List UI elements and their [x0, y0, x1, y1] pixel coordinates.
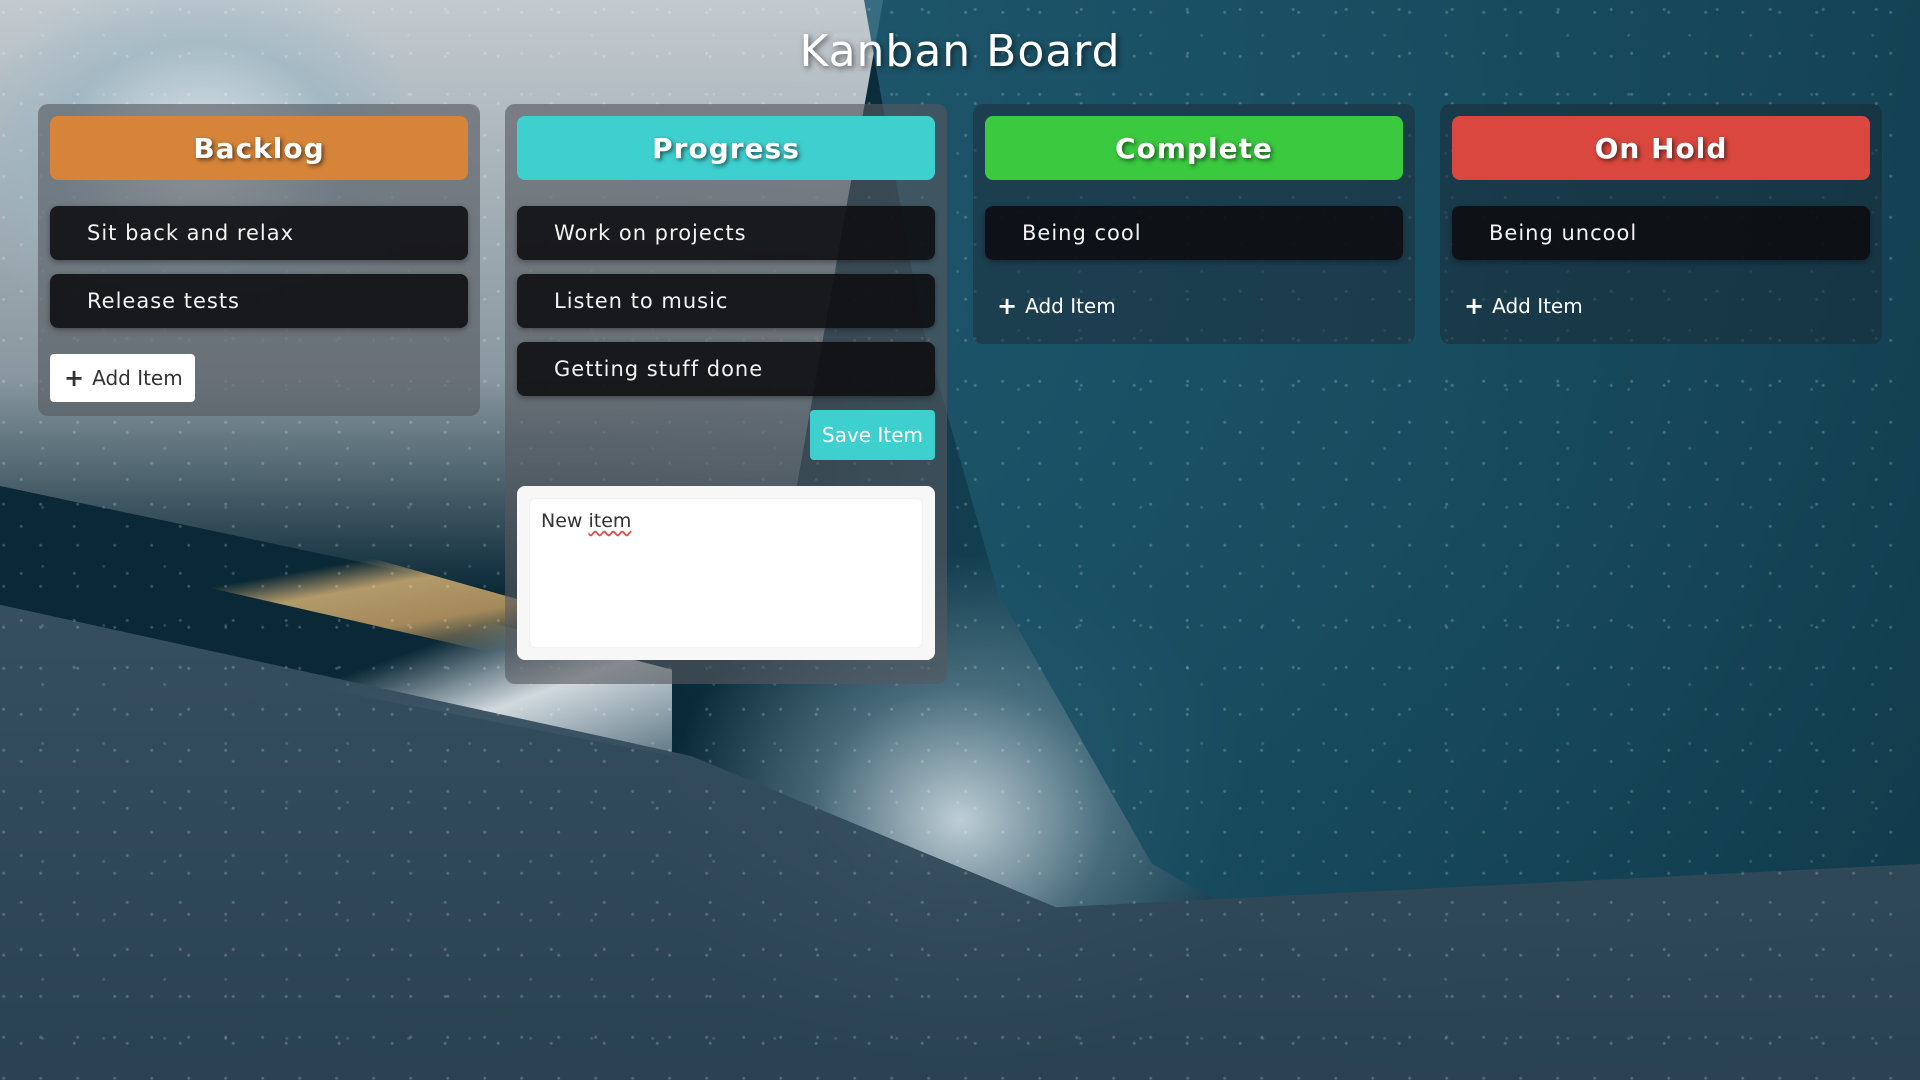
column-items-on-hold: Being uncool: [1452, 206, 1870, 260]
add-item-button-on-hold[interactable]: + Add Item: [1452, 282, 1595, 330]
task-card[interactable]: Release tests: [50, 274, 468, 328]
page-title: Kanban Board: [799, 26, 1121, 77]
column-header-on-hold: On Hold: [1452, 116, 1870, 180]
new-item-container: New item: [517, 486, 935, 660]
new-item-text-misspelled: item: [588, 510, 632, 532]
column-complete: Complete Being cool + Add Item: [973, 104, 1415, 344]
add-item-label: Add Item: [1025, 294, 1116, 318]
task-card[interactable]: Being cool: [985, 206, 1403, 260]
new-item-textarea[interactable]: New item: [529, 498, 923, 648]
task-card[interactable]: Listen to music: [517, 274, 935, 328]
plus-icon: +: [1464, 292, 1485, 320]
save-row: Save Item: [517, 410, 935, 460]
column-items-backlog: Sit back and relax Release tests: [50, 206, 468, 328]
task-card[interactable]: Work on projects: [517, 206, 935, 260]
add-item-button-backlog[interactable]: + Add Item: [50, 354, 195, 402]
column-header-backlog: Backlog: [50, 116, 468, 180]
column-backlog: Backlog Sit back and relax Release tests…: [38, 104, 480, 416]
plus-icon: +: [997, 292, 1018, 320]
column-progress: Progress Work on projects Listen to musi…: [505, 104, 947, 684]
new-item-text: New: [541, 510, 589, 532]
column-header-progress: Progress: [517, 116, 935, 180]
column-on-hold: On Hold Being uncool + Add Item: [1440, 104, 1882, 344]
kanban-board: Backlog Sit back and relax Release tests…: [38, 104, 1882, 704]
task-card[interactable]: Sit back and relax: [50, 206, 468, 260]
column-items-complete: Being cool: [985, 206, 1403, 260]
task-card[interactable]: Being uncool: [1452, 206, 1870, 260]
column-header-complete: Complete: [985, 116, 1403, 180]
add-item-label: Add Item: [1492, 294, 1583, 318]
add-item-button-complete[interactable]: + Add Item: [985, 282, 1128, 330]
add-item-label: Add Item: [92, 366, 183, 390]
task-card[interactable]: Getting stuff done: [517, 342, 935, 396]
save-item-button[interactable]: Save Item: [810, 410, 935, 460]
column-items-progress: Work on projects Listen to music Getting…: [517, 206, 935, 396]
plus-icon: +: [64, 364, 85, 392]
